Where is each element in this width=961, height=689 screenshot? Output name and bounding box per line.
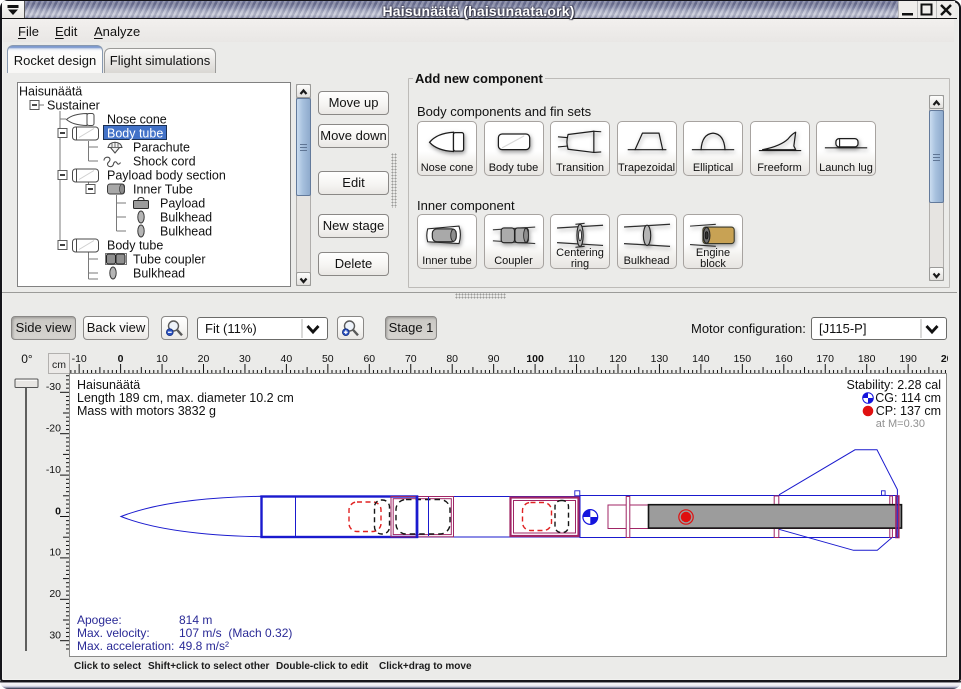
svg-text:Max. velocity:: Max. velocity: <box>77 626 150 640</box>
svg-text:Haisunäätä: Haisunäätä <box>19 85 82 99</box>
svg-text:Sustainer: Sustainer <box>47 99 100 113</box>
svg-text:Bulkhead: Bulkhead <box>160 225 212 239</box>
svg-text:Body tube: Body tube <box>107 239 163 253</box>
svg-text:Shock cord: Shock cord <box>133 155 196 169</box>
svg-text:100: 100 <box>526 353 544 365</box>
svg-text:-30: -30 <box>46 381 61 393</box>
svg-text:170: 170 <box>816 353 834 365</box>
svg-text:190: 190 <box>899 353 917 365</box>
svg-text:130: 130 <box>651 353 669 365</box>
svg-text:Tube coupler: Tube coupler <box>133 253 206 267</box>
svg-text:10: 10 <box>49 547 61 559</box>
svg-text:Payload: Payload <box>160 197 205 211</box>
svg-text:107 m/s (Mach 0.32): 107 m/s (Mach 0.32) <box>179 626 292 640</box>
svg-text:Max. acceleration:: Max. acceleration: <box>77 639 174 653</box>
svg-text:814 m: 814 m <box>179 613 212 627</box>
svg-text:CP: 137 cm: CP: 137 cm <box>876 404 941 418</box>
svg-text:Bulkhead: Bulkhead <box>133 267 185 281</box>
svg-text:140: 140 <box>692 353 710 365</box>
svg-text:40: 40 <box>281 353 293 365</box>
svg-text:30: 30 <box>239 353 251 365</box>
svg-text:-10: -10 <box>72 353 87 365</box>
svg-text:110: 110 <box>568 353 585 365</box>
svg-text:90: 90 <box>488 353 500 365</box>
svg-text:at M=0.30: at M=0.30 <box>876 418 925 430</box>
svg-text:Length 189 cm, max. diameter 1: Length 189 cm, max. diameter 10.2 cm <box>77 391 294 405</box>
svg-text:30: 30 <box>49 630 61 642</box>
svg-text:160: 160 <box>775 353 793 365</box>
svg-text:cm: cm <box>52 359 66 371</box>
svg-text:Payload body section: Payload body section <box>107 169 226 183</box>
svg-text:20: 20 <box>49 588 61 600</box>
svg-text:Mass with motors 3832 g: Mass with motors 3832 g <box>77 404 216 418</box>
svg-text:200: 200 <box>941 353 948 365</box>
svg-text:Parachute: Parachute <box>133 141 190 155</box>
svg-text:Body tube: Body tube <box>107 127 163 141</box>
svg-text:80: 80 <box>446 353 458 365</box>
svg-text:120: 120 <box>609 353 627 365</box>
svg-text:180: 180 <box>858 353 876 365</box>
svg-text:49.8 m/s²: 49.8 m/s² <box>179 639 229 653</box>
svg-text:0: 0 <box>118 353 124 365</box>
svg-text:CG: 114 cm: CG: 114 cm <box>875 391 941 405</box>
svg-text:60: 60 <box>363 353 375 365</box>
svg-text:70: 70 <box>405 353 417 365</box>
svg-text:-20: -20 <box>46 423 61 435</box>
svg-text:Inner Tube: Inner Tube <box>133 183 193 197</box>
svg-text:10: 10 <box>156 353 168 365</box>
svg-text:0: 0 <box>55 505 61 517</box>
svg-text:Haisunäätä: Haisunäätä <box>77 378 140 392</box>
svg-text:50: 50 <box>322 353 334 365</box>
svg-text:Stability: 2.28 cal: Stability: 2.28 cal <box>847 378 942 392</box>
svg-text:Nose cone: Nose cone <box>107 113 167 127</box>
svg-text:-10: -10 <box>46 464 61 476</box>
svg-text:Bulkhead: Bulkhead <box>160 211 212 225</box>
svg-text:Apogee:: Apogee: <box>77 613 122 627</box>
svg-text:20: 20 <box>198 353 210 365</box>
svg-text:150: 150 <box>734 353 752 365</box>
